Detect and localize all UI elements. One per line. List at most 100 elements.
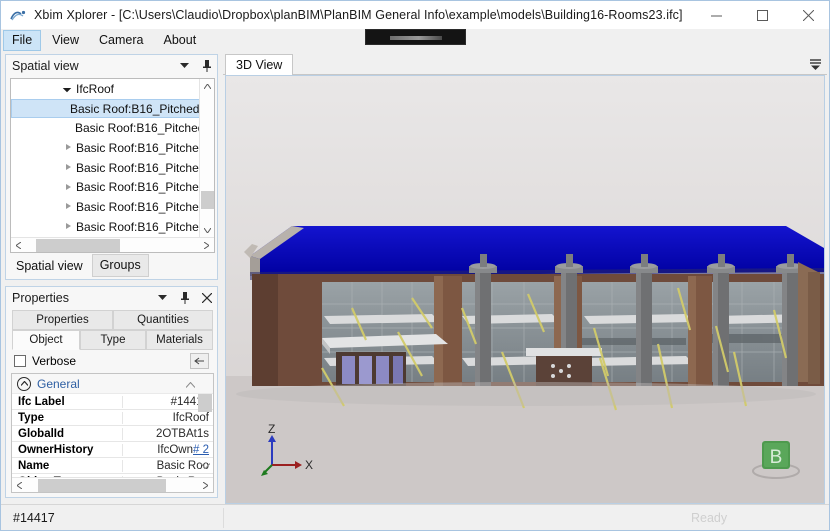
expander-collapsed-icon[interactable] <box>64 183 73 192</box>
view-dock: 3D View <box>223 54 827 506</box>
scroll-up-icon[interactable] <box>200 79 215 94</box>
collapse-left-icon[interactable] <box>190 353 209 369</box>
tab-materials[interactable]: Materials <box>146 330 213 350</box>
scroll-left-icon[interactable] <box>12 478 27 493</box>
property-key: Ifc Label <box>12 396 122 408</box>
tab-3d-view[interactable]: 3D View <box>225 54 293 76</box>
verbose-row: Verbose <box>14 351 211 371</box>
tree-row-root[interactable]: IfcRoof <box>11 79 200 99</box>
grid-hscroll-thumb[interactable] <box>38 479 166 492</box>
tree-scroll-thumb[interactable] <box>201 191 214 209</box>
property-key: Name <box>12 460 122 472</box>
tree-vertical-scrollbar[interactable] <box>199 79 214 238</box>
expander-collapsed-icon[interactable] <box>64 202 73 211</box>
expander-collapsed-icon[interactable] <box>64 222 73 231</box>
property-value-link[interactable]: # 2 <box>193 444 209 456</box>
property-value: IfcRoof <box>122 412 213 424</box>
property-group-general[interactable]: General <box>12 374 213 394</box>
tree-row[interactable]: Basic Roof:B16_Pitched - Wa <box>11 177 200 197</box>
expander-collapsed-icon[interactable] <box>64 163 73 172</box>
verbose-checkbox[interactable] <box>14 355 26 367</box>
grid-scroll-thumb[interactable] <box>198 394 212 412</box>
spatial-view-header: Spatial view <box>6 55 217 76</box>
maximize-button[interactable] <box>739 1 785 29</box>
properties-header-buttons <box>156 287 213 308</box>
view-tab-strip: 3D View <box>223 54 827 75</box>
menu-item-file[interactable]: File <box>3 30 41 51</box>
chevron-down-icon[interactable] <box>156 291 169 304</box>
tree-item-label: Basic Roof:B16_Pitched - Wa <box>76 200 200 214</box>
spatial-tree-rows: IfcRoof Basic Roof:B16_Pitched - Wa Basi… <box>11 79 200 238</box>
tab-overflow-icon[interactable] <box>809 58 822 71</box>
tree-item-label: IfcRoof <box>76 82 114 96</box>
property-value: 2OTBAt1s <box>122 428 213 440</box>
grid-scroll-down-icon[interactable] <box>201 458 210 472</box>
grid-horizontal-scrollbar[interactable] <box>12 477 213 492</box>
property-value: Basic Roo <box>122 460 213 472</box>
window-title: Xbim Xplorer - [C:\Users\Claudio\Dropbox… <box>34 8 683 22</box>
tab-properties[interactable]: Properties <box>12 310 113 330</box>
spatial-tree[interactable]: IfcRoof Basic Roof:B16_Pitched - Wa Basi… <box>10 78 215 253</box>
menu-item-about[interactable]: About <box>155 30 206 51</box>
status-bar: #14417 Ready <box>1 504 830 530</box>
scroll-down-icon[interactable] <box>200 223 215 238</box>
app-window: Xbim Xplorer - [C:\Users\Claudio\Dropbox… <box>0 0 830 531</box>
tree-row[interactable]: Basic Roof:B16_Pitched - Wa <box>11 217 200 237</box>
tree-row[interactable]: Basic Roof:B16_Pitched - Wa <box>11 118 200 138</box>
property-row[interactable]: OwnerHistory IfcOwn# 2 <box>12 442 213 458</box>
close-button[interactable] <box>785 1 830 29</box>
close-icon[interactable] <box>200 291 213 304</box>
tab-type[interactable]: Type <box>80 330 146 350</box>
properties-tabs-top: Properties Quantities <box>12 310 213 330</box>
property-key: OwnerHistory <box>12 444 122 456</box>
dock-tab-spatial-view[interactable]: Spatial view <box>9 256 90 277</box>
pin-icon[interactable] <box>178 291 191 304</box>
tree-row[interactable]: Basic Roof:B16_Pitched - Wa <box>11 158 200 178</box>
tab-quantities[interactable]: Quantities <box>113 310 213 330</box>
properties-tabs-bottom: Object Type Materials <box>12 330 213 350</box>
chevron-up-icon[interactable] <box>17 377 31 391</box>
tree-item-label: Basic Roof:B16_Pitched - Wa <box>76 180 200 194</box>
minimize-button[interactable] <box>693 1 739 29</box>
property-row[interactable]: Name Basic Roo <box>12 458 213 474</box>
scroll-right-icon[interactable] <box>199 238 214 253</box>
tree-row[interactable]: Basic Roof:B16_Pitched - Wa <box>11 99 200 119</box>
spatial-view-panel: Spatial view IfcRoof <box>5 54 218 280</box>
properties-panel: Properties Properties Quan <box>5 286 218 498</box>
logo-letter: B <box>770 447 783 468</box>
progress-indicator <box>365 29 466 45</box>
property-value-owner: IfcOwn# 2 <box>122 444 213 456</box>
properties-header: Properties <box>6 287 217 308</box>
scroll-right-icon[interactable] <box>198 478 213 493</box>
expander-expanded-icon[interactable] <box>64 84 73 93</box>
tree-item-label: Basic Roof:B16_Pitched - Wa <box>75 121 200 135</box>
3d-viewport[interactable]: Z X B <box>225 75 825 504</box>
chevron-down-icon[interactable] <box>178 59 191 72</box>
verbose-label: Verbose <box>32 354 76 368</box>
tab-object[interactable]: Object <box>12 330 80 350</box>
tree-item-label: Basic Roof:B16_Pitched - Wa <box>76 141 200 155</box>
menu-item-camera[interactable]: Camera <box>90 30 152 51</box>
property-key: GlobalId <box>12 428 122 440</box>
expander-collapsed-icon[interactable] <box>64 143 73 152</box>
grid-scroll-up-icon[interactable] <box>186 377 195 391</box>
property-group-label: General <box>37 377 80 391</box>
tree-item-label: Basic Roof:B16_Pitched - Wa <box>70 102 200 116</box>
property-row[interactable]: GlobalId 2OTBAt1s <box>12 426 213 442</box>
window-controls <box>693 1 830 29</box>
pin-icon[interactable] <box>200 59 213 72</box>
tree-row[interactable]: Basic Roof:B16_Pitched - Wa <box>11 138 200 158</box>
tree-hscroll-thumb[interactable] <box>36 239 120 252</box>
property-key: Type <box>12 412 122 424</box>
tree-horizontal-scrollbar[interactable] <box>11 237 214 252</box>
menu-item-view[interactable]: View <box>43 30 88 51</box>
properties-grid[interactable]: General Ifc Label #14417 Type IfcRoof Gl… <box>11 373 214 493</box>
property-row[interactable]: Ifc Label #14417 <box>12 394 213 410</box>
property-row[interactable]: Type IfcRoof <box>12 410 213 426</box>
dock-tab-groups[interactable]: Groups <box>92 254 149 277</box>
tree-row[interactable]: Basic Roof:B16_Pitched - Wa <box>11 197 200 217</box>
properties-title: Properties <box>12 291 69 305</box>
scroll-left-icon[interactable] <box>11 238 26 253</box>
property-value: IfcOwn <box>157 444 193 456</box>
axis-indicator: Z X <box>248 421 318 479</box>
